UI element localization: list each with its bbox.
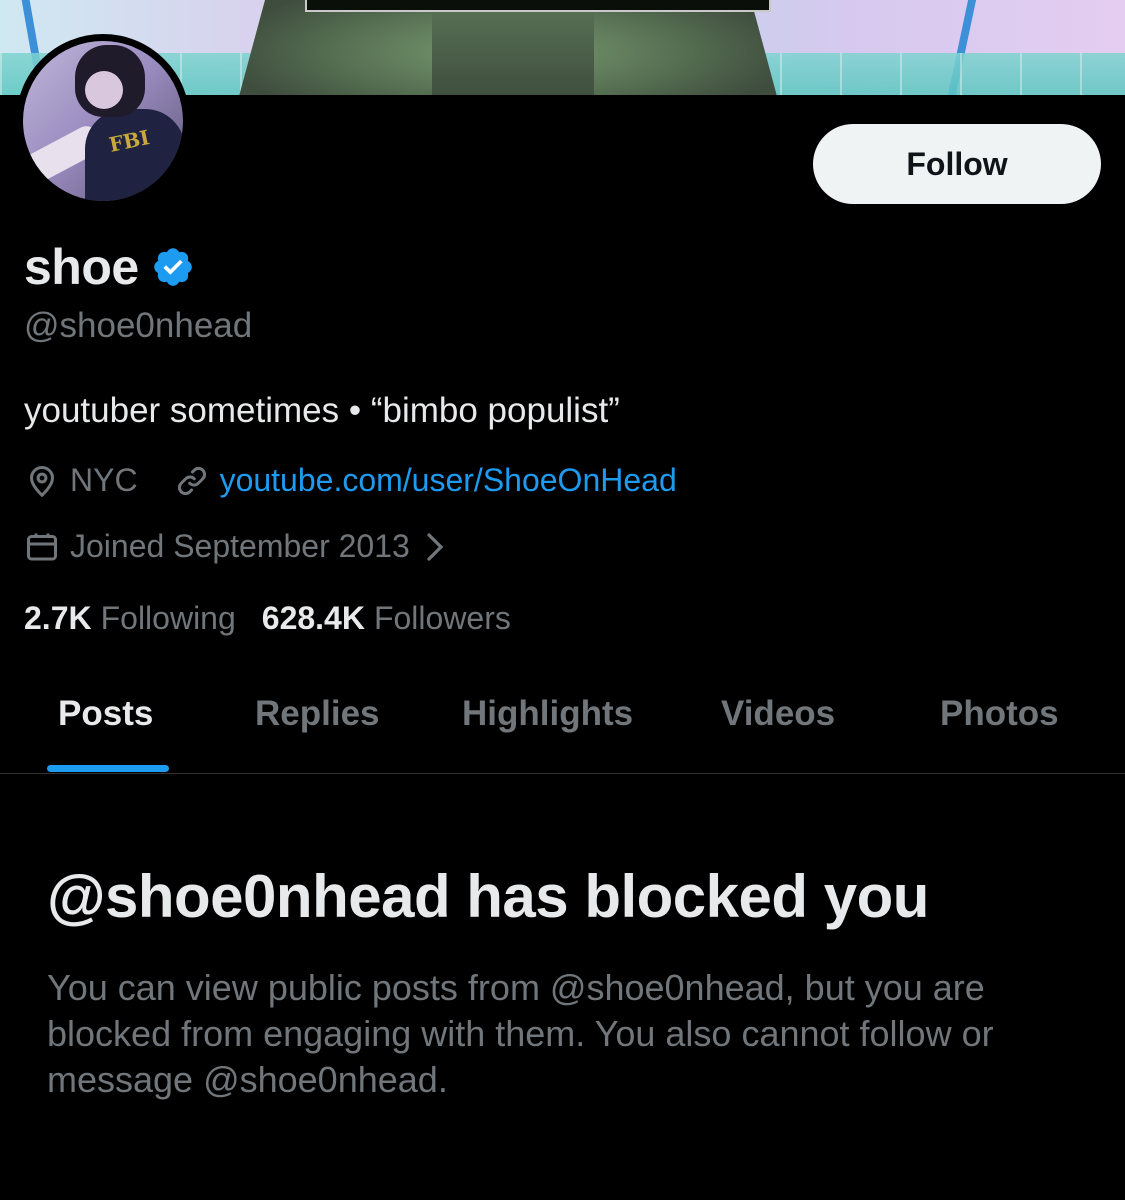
tab-active-indicator <box>47 765 169 772</box>
following-link[interactable]: 2.7K Following <box>24 600 236 637</box>
profile-joined-row[interactable]: Joined September 2013 <box>24 528 446 565</box>
banner-sign <box>305 0 771 12</box>
location-pin-icon <box>29 465 55 497</box>
profile-bio: youtuber sometimes • “bimbo populist” <box>24 391 620 430</box>
following-count: 2.7K <box>24 600 92 636</box>
profile-counts: 2.7K Following 628.4K Followers <box>24 600 511 637</box>
following-label: Following <box>100 600 236 636</box>
profile-website-link[interactable]: youtube.com/user/ShoeOnHead <box>220 462 677 499</box>
followers-link[interactable]: 628.4K Followers <box>262 600 511 637</box>
profile-handle: @shoe0nhead <box>24 306 253 345</box>
followers-label: Followers <box>373 600 511 636</box>
blocked-description: You can view public posts from @shoe0nhe… <box>47 967 994 1100</box>
profile-location: NYC <box>70 462 138 498</box>
avatar[interactable]: FBI <box>16 34 190 208</box>
display-name: shoe <box>24 239 139 295</box>
calendar-icon <box>27 533 57 560</box>
followers-count: 628.4K <box>261 600 365 636</box>
tab-videos[interactable]: Videos <box>721 694 835 734</box>
profile-joined-date: Joined September 2013 <box>70 528 410 564</box>
verified-badge-icon[interactable] <box>151 245 195 289</box>
blocked-title: @shoe0nhead has blocked you <box>47 863 929 930</box>
tab-replies[interactable]: Replies <box>255 694 380 734</box>
profile-tabs: Posts Replies Highlights Videos Photos <box>0 666 1125 774</box>
link-icon <box>177 466 206 495</box>
tab-highlights[interactable]: Highlights <box>462 694 633 734</box>
avatar-image: FBI <box>23 41 183 201</box>
profile-meta-row: NYC youtube.com/user/ShoeOnHead <box>24 462 677 499</box>
chevron-right-icon[interactable] <box>424 532 446 562</box>
banner-figure <box>238 0 778 95</box>
name-row: shoe <box>24 238 195 296</box>
tab-photos[interactable]: Photos <box>940 694 1059 734</box>
follow-button[interactable]: Follow <box>813 124 1101 204</box>
tab-posts[interactable]: Posts <box>58 694 153 734</box>
